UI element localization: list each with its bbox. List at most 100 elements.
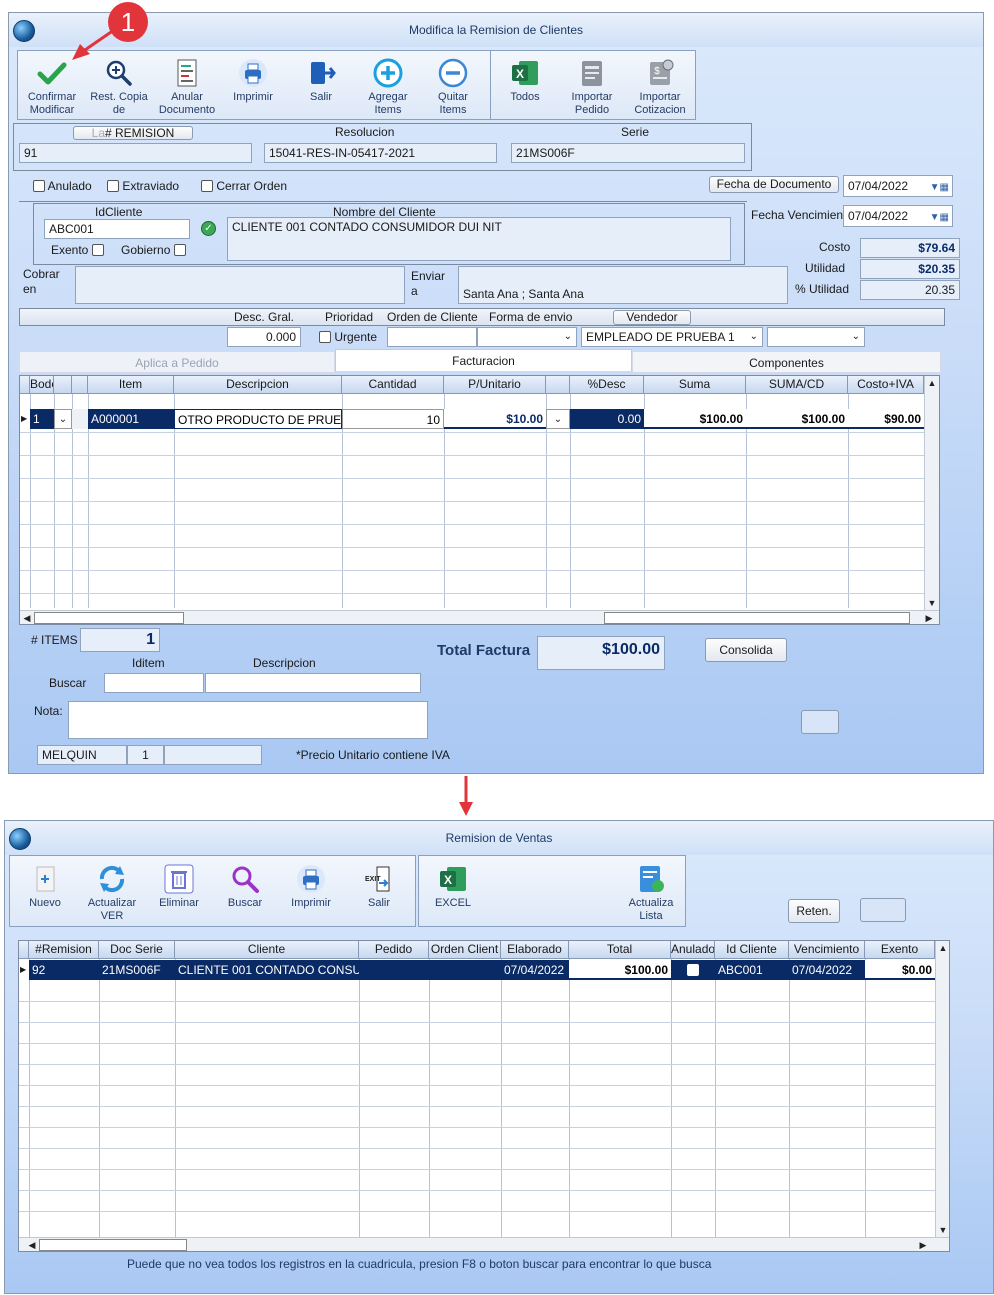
calendar-dropdown-icon[interactable]: ▼▦	[930, 178, 949, 196]
horizontal-scrollbar[interactable]: ◀ ▶	[19, 1237, 949, 1251]
extraviado-checkbox[interactable]: Extraviado	[107, 179, 179, 193]
tab-facturacion[interactable]: Facturacion	[335, 349, 632, 371]
blank-button[interactable]	[860, 898, 906, 922]
checkbox-box[interactable]	[107, 180, 119, 192]
cell-elaborado[interactable]: 07/04/2022	[501, 960, 569, 980]
chevron-down-icon[interactable]: ⌄	[852, 328, 860, 346]
scroll-right-icon[interactable]: ▶	[916, 1238, 930, 1251]
col-blank-1[interactable]	[54, 376, 72, 394]
cell-exento[interactable]: $0.00	[865, 960, 935, 980]
cell-dropdown-2[interactable]: ⌄	[546, 409, 570, 429]
resolucion-field[interactable]: 15041-RES-IN-05417-2021	[264, 143, 497, 163]
col-remision[interactable]: #Remision	[29, 941, 99, 959]
nota-field[interactable]	[68, 701, 428, 739]
scroll-up-icon[interactable]: ▲	[925, 376, 939, 390]
col-punitario[interactable]: P/Unitario	[444, 376, 546, 394]
buscar-descripcion-input[interactable]	[205, 673, 421, 693]
scroll-up-icon[interactable]: ▲	[936, 941, 949, 955]
import-order-button[interactable]: Importar Pedido	[561, 57, 623, 117]
all-excel-button[interactable]: X Todos	[497, 57, 553, 104]
col-suma[interactable]: Suma	[644, 376, 746, 394]
scroll-thumb[interactable]	[39, 1239, 187, 1251]
items-grid[interactable]: Bodega Item Descripcion Cantidad P/Unita…	[19, 375, 940, 625]
horizontal-scrollbar[interactable]: ◀ ▶	[20, 610, 939, 624]
col-costo-iva[interactable]: Costo+IVA	[848, 376, 924, 394]
restore-copy-button[interactable]: Rest. Copia de	[87, 57, 151, 117]
new-button[interactable]: Nuevo	[17, 863, 73, 910]
col-extra[interactable]	[72, 376, 88, 394]
checkbox-box[interactable]	[91, 244, 104, 256]
scroll-thumb-2[interactable]	[604, 612, 910, 624]
checkbox-box[interactable]	[319, 331, 331, 343]
fecha-documento-field[interactable]: 07/04/2022 ▼▦	[843, 175, 953, 197]
col-desc-pct[interactable]: %Desc	[570, 376, 644, 394]
col-anulado[interactable]: Anulado	[671, 941, 715, 959]
search-button[interactable]: Buscar	[217, 863, 273, 910]
col-bodega[interactable]: Bodega	[30, 376, 54, 394]
checkbox-box[interactable]	[173, 244, 186, 256]
cell-dropdown[interactable]: ⌄	[54, 409, 72, 429]
cell-cantidad[interactable]: 10	[342, 409, 444, 429]
cell-costo-iva[interactable]: $90.00	[848, 409, 924, 429]
print-button[interactable]: Imprimir	[223, 57, 283, 104]
cell-item[interactable]: A000001	[88, 409, 174, 429]
exit-button[interactable]: EXIT Salir	[351, 863, 407, 910]
calendar-dropdown-icon[interactable]: ▼▦	[930, 208, 949, 226]
col-doc-serie[interactable]: Doc Serie	[99, 941, 175, 959]
consolida-button[interactable]: Consolida	[705, 638, 787, 662]
vertical-scrollbar[interactable]: ▲ ▼	[935, 941, 949, 1237]
cell-remision[interactable]: 92	[29, 960, 99, 980]
cobrar-en-field[interactable]	[75, 266, 405, 304]
void-document-button[interactable]: Anular Documento	[155, 57, 219, 117]
nombre-cliente-field[interactable]: CLIENTE 001 CONTADO CONSUMIDOR DUI NIT	[227, 217, 731, 261]
cell-id-cliente[interactable]: ABC001	[715, 960, 789, 980]
urgente-checkbox[interactable]: Urgente	[319, 330, 377, 344]
table-row[interactable]: ▶ 1 ⌄ A000001 OTRO PRODUCTO DE PRUEBA 10…	[20, 409, 924, 429]
col-pedido[interactable]: Pedido	[359, 941, 429, 959]
cell-extra[interactable]	[72, 409, 88, 429]
col-vencimiento[interactable]: Vencimiento	[789, 941, 865, 959]
desc-gral-field[interactable]: 0.000	[227, 327, 301, 347]
vendedor-select[interactable]: EMPLEADO DE PRUEBA 1 ⌄	[581, 327, 763, 347]
vertical-scrollbar[interactable]: ▲ ▼	[924, 376, 939, 610]
scroll-right-icon[interactable]: ▶	[922, 611, 936, 624]
cell-orden-cliente[interactable]	[429, 960, 501, 980]
add-items-button[interactable]: Agregar Items	[357, 57, 419, 117]
checkbox-box[interactable]	[33, 180, 45, 192]
cerrar-orden-checkbox[interactable]: Cerrar Orden	[201, 179, 287, 193]
forma-envio-select[interactable]: ⌄	[477, 327, 577, 347]
scroll-left-icon[interactable]: ◀	[20, 611, 34, 624]
delete-button[interactable]: Eliminar	[151, 863, 207, 910]
remision-field[interactable]: 91	[19, 143, 252, 163]
remision-list-grid[interactable]: #Remision Doc Serie Cliente Pedido Orden…	[18, 940, 950, 1252]
col-suma-cd[interactable]: SUMA/CD	[746, 376, 848, 394]
confirm-modify-button[interactable]: Confirmar Modificar	[21, 57, 83, 117]
col-orden-cliente[interactable]: Orden Client	[429, 941, 501, 959]
cell-vencimiento[interactable]: 07/04/2022	[789, 960, 865, 980]
buscar-iditem-input[interactable]	[104, 673, 204, 693]
table-row[interactable]: ▶ 92 21MS006F CLIENTE 001 CONTADO CONSUM…	[19, 960, 935, 980]
col-cliente[interactable]: Cliente	[175, 941, 359, 959]
chevron-down-icon[interactable]: ⌄	[564, 328, 572, 346]
excel-button[interactable]: X EXCEL	[425, 863, 481, 910]
enviar-a-field[interactable]: Santa Ana ; Santa Ana	[458, 266, 788, 304]
col-id-cliente[interactable]: Id Cliente	[715, 941, 789, 959]
exit-button[interactable]: Salir	[291, 57, 351, 104]
scroll-left-icon[interactable]: ◀	[25, 1238, 39, 1251]
import-quote-button[interactable]: $ Importar Cotizacion	[629, 57, 691, 117]
cell-suma[interactable]: $100.00	[644, 409, 746, 429]
cell-doc-serie[interactable]: 21MS006F	[99, 960, 175, 980]
exento-checkbox[interactable]: Exento	[51, 243, 104, 257]
cell-pedido[interactable]	[359, 960, 429, 980]
tab-componentes[interactable]: Componentes	[632, 351, 941, 373]
fecha-vencimiento-field[interactable]: 07/04/2022 ▼▦	[843, 205, 953, 227]
col-exento[interactable]: Exento	[865, 941, 935, 959]
reten-button[interactable]: Reten.	[788, 899, 840, 923]
serie-field[interactable]: 21MS006F	[511, 143, 745, 163]
cell-punitario[interactable]: $10.00	[444, 409, 546, 429]
orden-cliente-field[interactable]	[387, 327, 477, 347]
anulado-checkbox[interactable]	[687, 964, 699, 976]
scroll-down-icon[interactable]: ▼	[925, 596, 939, 610]
col-cantidad[interactable]: Cantidad	[342, 376, 444, 394]
tab-aplica-pedido[interactable]: Aplica a Pedido	[19, 351, 335, 373]
